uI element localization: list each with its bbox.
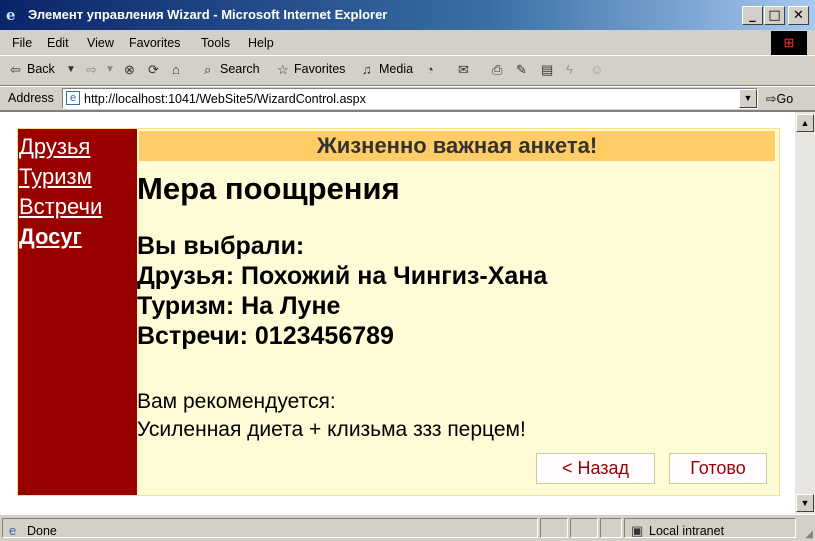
history-icon[interactable]: ◔ xyxy=(426,62,434,77)
resize-grip-icon[interactable]: ◢ xyxy=(805,529,813,540)
wizard-header: Жизненно важная анкета! xyxy=(139,131,775,161)
sidebar-item-friends[interactable]: Друзья xyxy=(19,134,90,160)
address-bar: Address e http://localhost:1041/WebSite5… xyxy=(0,86,815,110)
wizard-step-content: Жизненно важная анкета! Мера поощрения В… xyxy=(137,129,779,495)
menu-bar: File Edit View Favorites Tools Help ⊞ xyxy=(0,30,815,56)
edit-icon[interactable]: ✎ xyxy=(516,62,527,78)
windows-logo-icon: ⊞ xyxy=(771,31,807,55)
go-label: Go xyxy=(776,92,794,106)
media-button[interactable]: Media xyxy=(379,62,413,76)
close-button[interactable]: ✕ xyxy=(788,6,809,25)
wizard-sidebar: Друзья Туризм Встречи Досуг xyxy=(18,129,137,495)
back-step-button[interactable]: < Назад xyxy=(536,453,655,484)
refresh-icon[interactable]: ⟳ xyxy=(148,62,159,78)
menu-help[interactable]: Help xyxy=(248,36,274,50)
address-label: Address xyxy=(8,91,54,105)
back-history-dropdown-icon[interactable]: ▼ xyxy=(66,64,76,75)
favorites-button[interactable]: Favorites xyxy=(294,62,345,76)
window-titlebar[interactable]: e Элемент управления Wizard - Microsoft … xyxy=(0,0,815,30)
ie-logo-icon: e xyxy=(6,6,16,24)
summary-line: Вы выбрали: xyxy=(137,232,305,260)
page-viewport: Друзья Туризм Встречи Досуг Жизненно важ… xyxy=(0,110,815,514)
sidebar-item-leisure[interactable]: Досуг xyxy=(19,224,82,250)
maximize-button[interactable]: □ xyxy=(764,6,785,25)
messenger-icon[interactable]: ☺ xyxy=(590,62,603,77)
window-title: Элемент управления Wizard - Microsoft In… xyxy=(28,7,388,22)
status-pane-main: e Done xyxy=(2,518,538,538)
summary-line: Друзья: Похожий на Чингиз-Хана xyxy=(137,262,548,290)
back-arrow-icon[interactable]: ⇦ xyxy=(10,62,21,78)
print-icon[interactable]: ⎙ xyxy=(492,62,502,78)
status-pane xyxy=(570,518,598,538)
summary-line: Встречи: 0123456789 xyxy=(137,322,394,350)
scroll-up-icon[interactable]: ▲ xyxy=(796,114,814,132)
address-input[interactable]: e http://localhost:1041/WebSite5/WizardC… xyxy=(62,88,758,109)
recommendation-text: Усиленная диета + клизьма ззз перцем! xyxy=(137,418,526,441)
discuss-icon[interactable]: ▤ xyxy=(541,62,553,78)
status-pane xyxy=(540,518,568,538)
status-text: Done xyxy=(27,524,57,538)
home-icon[interactable]: ⌂ xyxy=(172,62,180,77)
status-bar: e Done ▣ Local intranet ◢ xyxy=(0,514,815,541)
sidebar-item-meetings[interactable]: Встречи xyxy=(19,194,102,220)
scroll-down-icon[interactable]: ▼ xyxy=(796,494,814,512)
summary-line: Туризм: На Луне xyxy=(137,292,341,320)
recommendation-label: Вам рекомендуется: xyxy=(137,390,336,413)
status-pane xyxy=(600,518,622,538)
wizard-control: Друзья Туризм Встречи Досуг Жизненно важ… xyxy=(17,128,780,496)
minimize-button[interactable]: _ xyxy=(742,6,763,25)
search-icon[interactable]: ⌕ xyxy=(204,62,211,78)
status-pane-zone: ▣ Local intranet xyxy=(624,518,796,538)
forward-dropdown-icon[interactable]: ▼ xyxy=(105,64,115,75)
address-url[interactable]: http://localhost:1041/WebSite5/WizardCon… xyxy=(84,92,366,106)
menu-favorites[interactable]: Favorites xyxy=(129,36,180,50)
vertical-scrollbar[interactable]: ▲ ▼ xyxy=(795,112,815,514)
media-icon[interactable]: ♫ xyxy=(362,62,372,77)
back-button[interactable]: Back xyxy=(27,62,55,76)
standard-toolbar: ⇦ Back ▼ ⇨ ▼ ⊗ ⟳ ⌂ ⌕ Search ☆ Favorites … xyxy=(0,56,815,86)
menu-view[interactable]: View xyxy=(87,36,114,50)
page-done-icon: e xyxy=(9,523,17,538)
go-button[interactable]: ⇨Go xyxy=(766,91,793,106)
research-icon[interactable]: ϟ xyxy=(566,62,573,77)
finish-button[interactable]: Готово xyxy=(669,453,767,484)
selection-summary: Вы выбрали: Друзья: Похожий на Чингиз-Ха… xyxy=(137,231,547,351)
stop-icon[interactable]: ⊗ xyxy=(124,62,135,78)
intranet-icon: ▣ xyxy=(631,523,644,538)
menu-edit[interactable]: Edit xyxy=(47,36,69,50)
forward-arrow-icon[interactable]: ⇨ xyxy=(86,62,97,78)
address-dropdown-icon[interactable]: ▼ xyxy=(739,89,757,108)
recommendation: Вам рекомендуется: Усиленная диета + кли… xyxy=(137,388,526,444)
zone-text: Local intranet xyxy=(649,524,725,538)
menu-tools[interactable]: Tools xyxy=(201,36,230,50)
go-arrow-icon: ⇨ xyxy=(766,92,777,106)
mail-icon[interactable]: ✉ xyxy=(458,62,469,78)
menu-file[interactable]: File xyxy=(12,36,32,50)
step-title: Мера поощрения xyxy=(137,171,400,206)
search-button[interactable]: Search xyxy=(220,62,260,76)
page-icon: e xyxy=(66,91,80,105)
favorites-icon[interactable]: ☆ xyxy=(277,62,289,78)
sidebar-item-tourism[interactable]: Туризм xyxy=(19,164,92,190)
